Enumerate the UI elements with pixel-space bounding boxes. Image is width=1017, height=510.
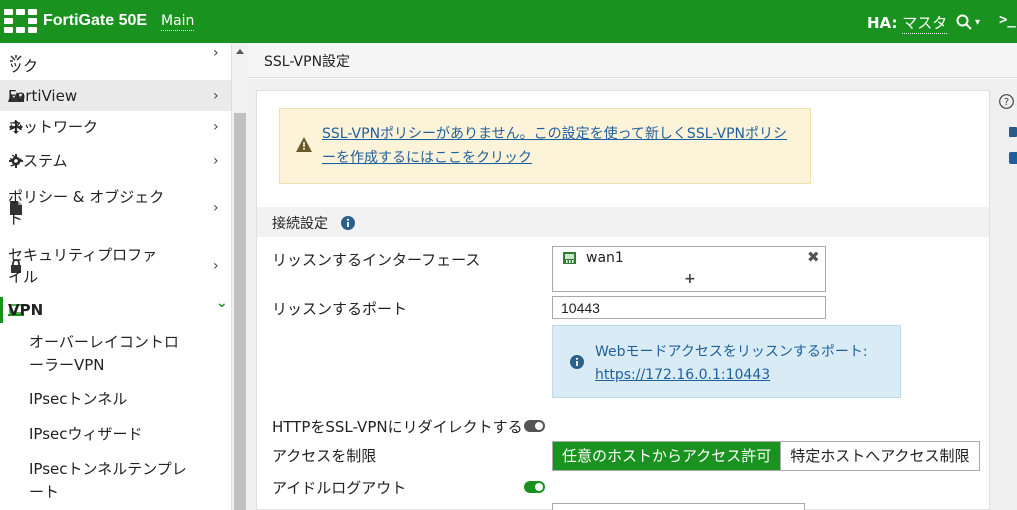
breadcrumb-bar <box>248 43 1017 78</box>
remove-interface-icon[interactable]: ✖ <box>807 248 820 266</box>
sidebar-subitem-ipsec-wizard[interactable]: IPsecウィザード <box>29 423 219 446</box>
scrollbar-thumb[interactable] <box>234 113 246 510</box>
svg-text:?: ? <box>1004 97 1009 108</box>
chevron-right-icon: › <box>213 119 219 135</box>
listen-port-label: リッスンするポート <box>272 300 408 318</box>
idle-logout-toggle[interactable] <box>524 481 545 493</box>
sidebar-item-network[interactable]: ネットワーク › <box>0 111 231 143</box>
listen-interface-label: リッスンするインターフェース <box>272 251 481 269</box>
chevron-right-icon: › <box>213 200 219 216</box>
sidebar-item-security-profiles[interactable]: セキュリティプロファイル › <box>0 240 231 292</box>
create-policy-link[interactable]: SSL-VPNポリシーがありません。この設定を使って新しくSSL-VPNポリシー… <box>322 122 792 170</box>
listen-port-input[interactable] <box>552 296 826 319</box>
sidebar-item-label: VPN <box>8 301 44 319</box>
idle-timeout-input[interactable] <box>552 503 805 510</box>
restrict-access-selector: 任意のホストからアクセス許可 特定ホストへアクセス制限 <box>552 441 980 471</box>
scroll-up-icon[interactable] <box>236 49 244 54</box>
allow-any-host-option[interactable]: 任意のホストからアクセス許可 <box>553 442 781 470</box>
ha-value: マスタ <box>902 14 948 34</box>
sidebar-item-vpn[interactable]: VPN ⌄ <box>0 295 231 323</box>
edit-cli-icon[interactable] <box>1009 127 1017 137</box>
help-icon[interactable]: ? <box>999 94 1014 109</box>
section-title: 接続設定 <box>272 216 328 232</box>
sidebar-item-dashboard[interactable]: ック › <box>0 43 231 79</box>
sidebar-subitem-ipsec-tunnels[interactable]: IPsecトンネル <box>29 388 219 411</box>
side-panel-icon[interactable] <box>1009 152 1017 164</box>
chevron-right-icon: › <box>213 153 219 169</box>
redirect-http-label: HTTPをSSL-VPNにリダイレクトする <box>272 418 523 436</box>
chevron-right-icon: › <box>213 258 219 274</box>
chevron-down-icon: ⌄ <box>216 295 228 311</box>
sidebar-item-label: ック <box>8 57 39 75</box>
search-button[interactable]: ▾ <box>956 12 988 32</box>
port-icon <box>563 252 576 264</box>
sidebar: ック › FortiView › ネットワーク › システム › ポリシー & … <box>0 43 232 510</box>
web-mode-link[interactable]: https://172.16.0.1:10443 <box>595 364 868 387</box>
sidebar-item-label: システム <box>8 152 68 170</box>
top-bar: FortiGate 50E Main HA: マスタ ▾ >_ <box>0 0 1017 43</box>
sidebar-item-system[interactable]: システム › <box>0 144 231 178</box>
sidebar-item-policy-objects[interactable]: ポリシー & オブジェクト › <box>0 182 231 234</box>
sidebar-item-label: ネットワーク <box>8 118 99 136</box>
sidebar-item-label: FortiView <box>8 86 78 105</box>
sidebar-item-fortiview[interactable]: FortiView › <box>0 80 231 111</box>
info-icon <box>570 355 584 369</box>
chevron-right-icon: › <box>213 45 219 61</box>
search-icon <box>956 14 972 30</box>
web-mode-text: Webモードアクセスをリッスンするポート: <box>595 344 868 360</box>
warning-icon <box>296 137 312 152</box>
ha-status[interactable]: HA: マスタ <box>867 12 948 34</box>
section-header <box>257 207 989 237</box>
page-title: SSL-VPN設定 <box>264 54 351 70</box>
ha-label: HA: <box>867 14 898 32</box>
sidebar-item-label: セキュリティプロファイル <box>8 246 158 286</box>
sidebar-subitem-ipsec-templates[interactable]: IPsecトンネルテンプレート <box>29 458 194 504</box>
product-name: FortiGate 50E <box>43 12 148 29</box>
chevron-right-icon: › <box>213 87 219 104</box>
fortinet-logo-icon[interactable] <box>4 9 37 34</box>
idle-logout-label: アイドルログアウト <box>272 479 407 497</box>
web-mode-info: Webモードアクセスをリッスンするポート: https://172.16.0.1… <box>595 341 868 387</box>
sidebar-scrollbar[interactable] <box>232 43 248 510</box>
vdom-selector[interactable]: Main <box>161 13 195 31</box>
interface-entry: wan1 <box>586 250 624 266</box>
cli-console-button[interactable]: >_ <box>999 12 1016 28</box>
add-interface-button[interactable]: + <box>684 271 696 287</box>
sidebar-subitem-overlay-vpn[interactable]: オーバーレイコントローラーVPN <box>29 331 189 377</box>
restrict-access-label: アクセスを制限 <box>272 447 377 465</box>
chevron-down-icon: ▾ <box>975 16 981 28</box>
redirect-http-toggle[interactable] <box>524 420 545 432</box>
info-icon[interactable] <box>341 216 355 230</box>
sidebar-item-label: ポリシー & オブジェクト <box>8 188 165 228</box>
limit-specific-hosts-option[interactable]: 特定ホストへアクセス制限 <box>780 442 979 470</box>
